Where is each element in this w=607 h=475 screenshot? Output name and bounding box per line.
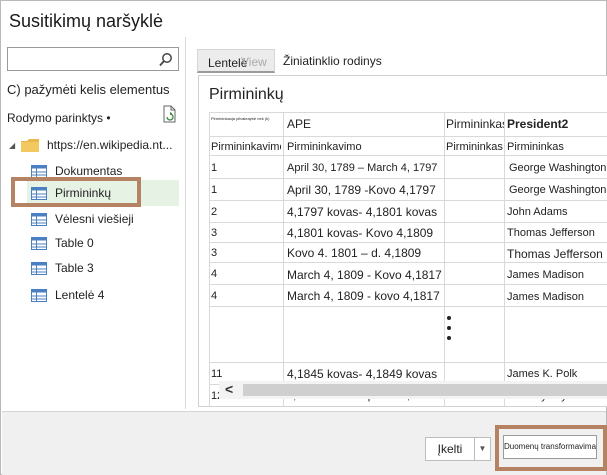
search-input[interactable]: [7, 47, 179, 71]
table-icon: [31, 164, 47, 178]
table-cell: George Washington: [509, 184, 607, 196]
table-cell: James K. Polk: [507, 368, 578, 380]
table-cell: Pirmininkavimo: [211, 141, 281, 153]
table-cell: 1: [211, 184, 218, 196]
table-cell: John Adams: [507, 206, 568, 218]
grid-line: [209, 155, 607, 156]
tab-web-view[interactable]: Žiniatinklio rodinys: [283, 54, 382, 68]
nav-item-pirmininku[interactable]: Pirmininkų: [27, 180, 179, 206]
column-header[interactable]: APE: [287, 117, 437, 131]
table-cell: March 4, 1809 - Kovo 4,1817: [287, 268, 442, 282]
nav-item-table-0[interactable]: Table 0: [27, 230, 179, 256]
scroll-left-arrow-icon[interactable]: <: [225, 381, 233, 397]
table-cell: 4,1797 kovas- 4,1801 kovas: [287, 205, 438, 219]
nav-item-table-3[interactable]: Table 3: [27, 255, 179, 281]
nav-item-velesni-viesieji[interactable]: Vėlesni viešieji: [27, 206, 179, 232]
nav-item-label: Vėlesni viešieji: [55, 212, 134, 226]
grid-line: [209, 306, 607, 307]
transform-data-button[interactable]: Duomenų transformavimas: [503, 435, 597, 459]
rows-omitted-dots: [447, 316, 451, 346]
load-dropdown-chevron-icon[interactable]: ▼: [475, 437, 491, 461]
nav-item-label: Table 3: [55, 261, 94, 275]
multi-select-label[interactable]: C) pažymėti kelis elementus: [7, 82, 170, 97]
table-cell: April 30, 1789 – March 4, 1797: [287, 162, 438, 174]
grid-line: [209, 362, 607, 363]
column-header[interactable]: Pirmininkas: [446, 117, 504, 131]
preview-title: Pirmininkų: [209, 86, 284, 103]
table-cell: Thomas Jefferson: [507, 247, 603, 261]
tab-table-view-ghost-label: View: [241, 55, 267, 69]
table-icon: [31, 212, 47, 226]
collapse-triangle-icon[interactable]: ◢: [9, 141, 21, 150]
table-icon: [31, 261, 47, 275]
grid-line: [209, 178, 607, 179]
table-cell: 11: [211, 368, 223, 380]
table-cell: Pirmininkavimo: [287, 141, 362, 153]
scrollbar-thumb[interactable]: [243, 384, 607, 396]
table-icon: [31, 288, 47, 302]
table-icon: [31, 186, 47, 200]
table-cell: 4,1845 kovas- 4,1849 kovas: [287, 367, 438, 381]
display-options-dropdown[interactable]: Rodymo parinktys •: [7, 111, 111, 125]
table-cell: Pirmininkas: [507, 141, 564, 153]
nav-item-label: Lentelė 4: [55, 288, 105, 302]
table-cell: 4: [211, 290, 218, 302]
tree-root-label: https://en.wikipedia.nt...: [47, 138, 173, 152]
column-header[interactable]: President2: [507, 117, 607, 131]
refresh-icon[interactable]: [161, 105, 177, 123]
table-cell: April 30, 1789 -Kovo 4,1797: [287, 183, 436, 197]
nav-item-lentele-4[interactable]: Lentelė 4: [27, 282, 179, 308]
navigator-dialog: Susitikimų naršyklė C) pažymėti kelis el…: [0, 0, 607, 475]
table-cell: James Madison: [507, 269, 585, 281]
folder-icon: [21, 138, 39, 152]
table-cell: Kovo 4. 1801 – d. 4,1809: [287, 246, 422, 260]
search-icon[interactable]: [158, 52, 174, 68]
grid-line: [209, 222, 607, 223]
column-header[interactable]: Pirmininkauja pilvaleaybė nek (k): [211, 116, 281, 122]
grid-line: [209, 136, 607, 137]
grid-line: [209, 284, 607, 285]
table-cell: March 4, 1809 - kovo 4,1817: [287, 289, 440, 303]
grid-line: [209, 200, 607, 201]
preview-panel: Pirmininkų Pirmininkauja pilvaleaybė nek…: [198, 75, 607, 407]
table-cell: James Madison: [507, 291, 585, 303]
horizontal-scrollbar[interactable]: <: [219, 381, 607, 399]
grid-line: [209, 242, 607, 243]
pane-divider[interactable]: [185, 37, 186, 409]
table-cell: Pirmininkas: [446, 141, 503, 153]
table-cell: 4: [211, 268, 218, 280]
tree-root-source[interactable]: ◢ https://en.wikipedia.nt...: [9, 135, 172, 155]
table-cell: Thomas Jefferson: [507, 227, 595, 239]
view-tabs: Lentelė View Žiniatinklio rodinys: [197, 49, 607, 73]
nav-item-label: Dokumentas: [55, 164, 123, 178]
nav-item-label: Table 0: [55, 236, 94, 250]
load-button[interactable]: Įkelti: [425, 437, 475, 461]
table-cell: 1: [211, 162, 218, 174]
grid-line: [209, 262, 607, 263]
table-cell: George Washington: [509, 162, 607, 174]
grid-line: [209, 406, 607, 407]
table-icon: [31, 236, 47, 250]
table-cell: 3: [211, 247, 218, 259]
grid-line: [209, 112, 607, 113]
table-cell: 3: [211, 227, 218, 239]
nav-item-label: Pirmininkų: [55, 186, 112, 200]
table-cell: 2: [211, 206, 218, 218]
table-cell: 4,1801 kovas- Kovo 4,1809: [287, 226, 434, 240]
dialog-title: Susitikimų naršyklė: [9, 11, 164, 31]
